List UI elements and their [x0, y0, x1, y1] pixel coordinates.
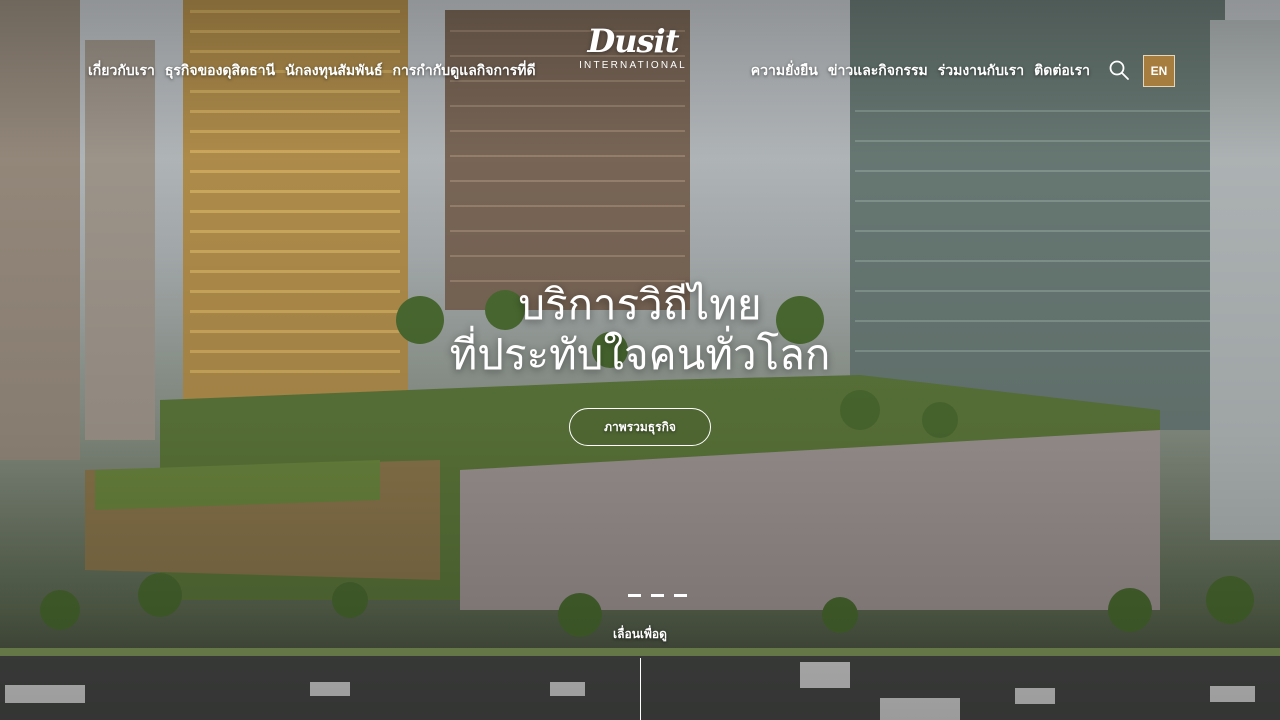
hero-headline: บริการวิถีไทย ที่ประทับใจคนทั่วโลก	[340, 280, 940, 380]
business-overview-button[interactable]: ภาพรวมธุรกิจ	[569, 408, 711, 446]
nav-item-sustainability[interactable]: ความยั่งยืน	[751, 60, 818, 82]
nav-item-careers[interactable]: ร่วมงานกับเรา	[938, 60, 1024, 82]
logo-wordmark: Dusit	[587, 22, 680, 60]
dusit-logo[interactable]: Dusit INTERNATIONAL	[578, 24, 688, 71]
search-icon	[1109, 60, 1129, 80]
nav-item-corporate-governance[interactable]: การกำกับดูแลกิจการที่ดี	[393, 60, 536, 82]
nav-item-investor-relations[interactable]: นักลงทุนสัมพันธ์	[285, 60, 382, 82]
nav-item-about[interactable]: เกี่ยวกับเรา	[88, 60, 155, 82]
slide-indicator-2[interactable]	[651, 594, 664, 597]
search-button[interactable]	[1108, 59, 1130, 81]
primary-nav-right: ความยั่งยืน ข่าวและกิจกรรม ร่วมงานกับเรา…	[751, 60, 1090, 82]
slide-indicator-1[interactable]	[628, 594, 641, 597]
nav-item-business[interactable]: ธุรกิจของดุสิตธานี	[165, 60, 275, 82]
slide-indicators	[628, 594, 687, 597]
nav-item-contact[interactable]: ติดต่อเรา	[1034, 60, 1090, 82]
primary-nav-left: เกี่ยวกับเรา ธุรกิจของดุสิตธานี นักลงทุน…	[88, 60, 536, 82]
slide-indicator-3[interactable]	[674, 594, 687, 597]
hero-headline-line-2: ที่ประทับใจคนทั่วโลก	[449, 330, 831, 379]
scroll-down-label[interactable]: เลื่อนเพื่อดู	[590, 625, 690, 644]
hero-headline-line-1: บริการวิถีไทย	[518, 280, 762, 329]
language-toggle-button[interactable]: EN	[1143, 55, 1175, 87]
scroll-indicator-line	[640, 658, 641, 720]
nav-item-news[interactable]: ข่าวและกิจกรรม	[828, 60, 928, 82]
logo-subtitle: INTERNATIONAL	[579, 60, 687, 71]
